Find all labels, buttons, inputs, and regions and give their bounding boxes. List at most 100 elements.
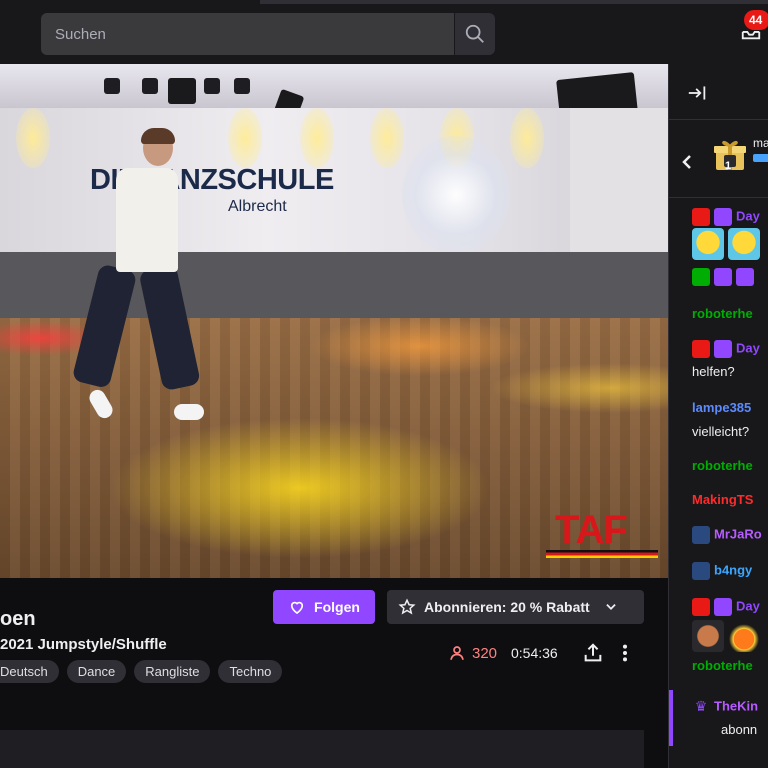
- chat-username[interactable]: TheKin: [714, 698, 758, 713]
- star-badge-icon: [714, 598, 732, 616]
- ceiling-speaker: [168, 78, 196, 104]
- tag-techno[interactable]: Techno: [218, 660, 283, 683]
- broadcaster-badge-icon: [692, 208, 710, 226]
- video-player[interactable]: DIE TANZSCHULE Albrecht TAF: [0, 64, 668, 578]
- duck-emote-icon: [728, 228, 760, 260]
- ceiling-light: [234, 78, 250, 94]
- crown-badge-icon: ♛: [694, 698, 708, 714]
- gift-user-name: ma: [753, 136, 768, 150]
- stream-uptime: 0:54:36: [511, 645, 558, 661]
- ceiling-light: [204, 78, 220, 94]
- stream-title: 2021 Jumpstyle/Shuffle: [0, 636, 167, 653]
- ceiling-light: [142, 78, 158, 94]
- chat-message: roboterhe: [692, 658, 753, 673]
- star-badge-icon: [714, 340, 732, 358]
- subscribe-button[interactable]: Abonnieren: 20 % Rabatt: [387, 590, 644, 624]
- search-button[interactable]: [455, 13, 495, 55]
- collapse-arrow-icon: [688, 86, 706, 100]
- chat-message: lampe385: [692, 400, 751, 415]
- chat-badges-row: [692, 268, 758, 286]
- highlight-bar: [669, 690, 673, 746]
- viewer-count-value: 320: [472, 644, 498, 662]
- share-button[interactable]: [582, 642, 604, 669]
- search-icon: [465, 24, 484, 43]
- heart-icon: [290, 601, 304, 614]
- subscribe-label: Abonnieren: 20 % Rabatt: [424, 599, 590, 615]
- dancer-hair: [141, 128, 175, 144]
- streamer-name[interactable]: oen: [0, 608, 36, 631]
- star-badge-icon: [714, 268, 732, 286]
- banner-prev-button[interactable]: [681, 154, 693, 175]
- chat-username[interactable]: lampe385: [692, 400, 751, 415]
- wall-spotlight: [300, 108, 334, 168]
- chat-emotes: [692, 228, 764, 260]
- chat-panel: 1 ma Day roboterhe Day helfen? lampe385 …: [668, 64, 768, 768]
- search-box[interactable]: [41, 13, 454, 55]
- gift-sub-banner: 1 ma: [669, 120, 768, 198]
- tag-list: Deutsch Dance Rangliste Techno: [0, 660, 283, 683]
- about-panel: [0, 730, 644, 768]
- chat-message: MakingTS: [692, 492, 753, 507]
- dance-school-subtitle: Albrecht: [228, 198, 287, 215]
- more-options-button[interactable]: [618, 642, 632, 669]
- light-projection: [402, 136, 510, 254]
- tag-deutsch[interactable]: Deutsch: [0, 660, 59, 683]
- chat-username[interactable]: Day: [736, 598, 760, 613]
- search-input[interactable]: [41, 13, 454, 55]
- flag-stripe: [546, 550, 658, 558]
- chat-username[interactable]: MrJaRo: [714, 526, 762, 541]
- chat-message: roboterhe: [692, 306, 753, 321]
- share-icon: [584, 643, 602, 662]
- chat-username[interactable]: roboterhe: [692, 458, 753, 473]
- chat-message: Day: [692, 340, 760, 358]
- sticker-emote-icon: [692, 620, 724, 652]
- ceiling-light: [104, 78, 120, 94]
- crown-badge-icon: [692, 562, 710, 580]
- wall-spotlight: [228, 108, 262, 168]
- tag-dance[interactable]: Dance: [66, 660, 127, 683]
- chat-username[interactable]: b4ngy: [714, 562, 752, 577]
- collapse-chat-button[interactable]: [687, 84, 707, 107]
- follow-button[interactable]: Folgen: [273, 590, 375, 624]
- follow-label: Folgen: [314, 599, 360, 615]
- broadcaster-badge-icon: [692, 340, 710, 358]
- fire-emote-icon: [728, 620, 760, 652]
- crown-badge-icon: [692, 526, 710, 544]
- chevron-left-icon: [682, 155, 691, 169]
- chat-username[interactable]: Day: [736, 208, 760, 223]
- chat-emotes: [692, 620, 764, 652]
- taf-logo: TAF: [555, 508, 628, 552]
- chat-message: Day: [692, 208, 760, 226]
- studio-wall-right: [570, 108, 668, 258]
- dancer-torso: [116, 168, 178, 272]
- gift-sub-badge: [753, 154, 768, 162]
- chat-message-text: abonn: [721, 722, 758, 737]
- wall-spotlight: [510, 108, 544, 168]
- more-vertical-icon: [622, 644, 628, 662]
- person-icon: [450, 646, 464, 660]
- gift-count: 1: [725, 160, 732, 172]
- chat-username[interactable]: roboterhe: [692, 306, 753, 321]
- chat-message: roboterhe: [692, 458, 753, 473]
- chat-message-text: helfen?: [692, 364, 735, 379]
- duck-emote-icon: [692, 228, 724, 260]
- star-badge-icon: [714, 208, 732, 226]
- chat-username[interactable]: Day: [736, 340, 760, 355]
- tag-rangliste[interactable]: Rangliste: [134, 660, 211, 683]
- sword-badge-icon: [692, 268, 710, 286]
- dancer-shoe: [174, 404, 204, 420]
- broadcaster-badge-icon: [692, 598, 710, 616]
- chat-username[interactable]: MakingTS: [692, 492, 753, 507]
- star-icon: [398, 598, 416, 615]
- top-divider: [260, 0, 768, 4]
- chat-username[interactable]: roboterhe: [692, 658, 753, 673]
- notification-badge: 44: [744, 10, 768, 30]
- chat-message: b4ngy: [692, 562, 752, 580]
- chat-header: [669, 64, 768, 120]
- chat-message: MrJaRo: [692, 526, 762, 544]
- diamond-badge-icon: [736, 268, 754, 286]
- chat-message: Day: [692, 598, 760, 616]
- chat-message: ♛ TheKin: [692, 698, 758, 716]
- wall-spotlight: [370, 108, 404, 168]
- chat-message-text: vielleicht?: [692, 424, 750, 439]
